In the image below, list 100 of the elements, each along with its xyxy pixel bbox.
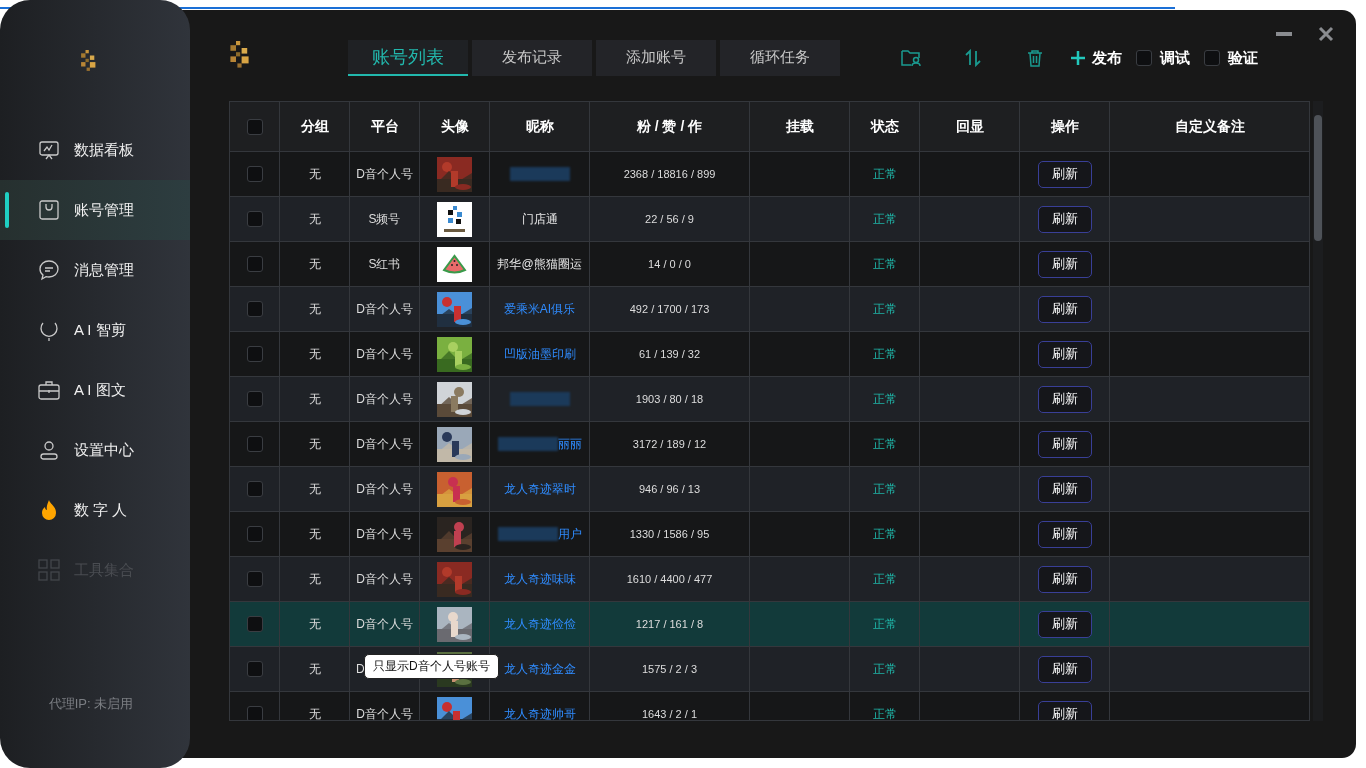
platform-text: D音个人号 [356,570,413,588]
nav-item[interactable]: 数 字 人 [0,480,190,540]
row-checkbox[interactable] [246,706,263,720]
refresh-button[interactable]: 刷新 [1037,520,1092,548]
refresh-button[interactable]: 刷新 [1037,565,1092,593]
nickname-link[interactable] [509,392,570,406]
row-checkbox[interactable] [246,436,263,452]
nickname-link[interactable]: 爱乘米AI俱乐 [503,300,576,318]
logo-icon [79,50,97,72]
table-row[interactable]: 无 S频号 门店通 22 / 56 / 9 正常 刷新 [230,197,1309,242]
table-row[interactable]: 无 S红书 邦华@熊猫圈运 14 / 0 / 0 正常 刷新 [230,242,1309,287]
nickname-link[interactable]: 龙人奇迹金金 [503,660,576,678]
row-checkbox[interactable] [246,571,263,587]
status-text: 正常 [872,210,897,228]
nickname-link[interactable] [509,167,570,181]
nav-item[interactable]: 消息管理 [0,240,190,300]
select-all-checkbox[interactable] [246,118,263,135]
nickname-link[interactable]: 凹版油墨印刷 [503,345,576,363]
refresh-button[interactable]: 刷新 [1037,160,1092,188]
publish-button[interactable]: 发布 [1070,48,1122,68]
platform-text: D音个人号 [356,705,413,720]
nav-item[interactable]: 账号管理 [0,180,190,240]
group-text: 无 [308,435,321,453]
checkbox[interactable] [1136,50,1152,66]
nickname-link[interactable]: 邦华@熊猫圈运 [497,255,582,273]
row-checkbox[interactable] [246,661,263,677]
sort-icon[interactable] [964,49,982,67]
grid-icon [38,559,60,581]
stats-text: 1643 / 2 / 1 [641,708,697,720]
refresh-button[interactable]: 刷新 [1037,205,1092,233]
row-checkbox[interactable] [246,211,263,227]
user-icon [38,439,60,461]
table-row[interactable]: 无 D音个人号 丽丽 3172 / 189 / 12 正常 刷新 [230,422,1309,467]
chart-board-icon [38,139,60,161]
row-checkbox[interactable] [246,256,263,272]
table-row[interactable]: 无 D音个人号 爱乘米AI俱乐 492 / 1700 / 173 正常 刷新 [230,287,1309,332]
table-row[interactable]: 无 D音个人号 用户 1330 / 1586 / 95 正常 刷新 [230,512,1309,557]
refresh-button[interactable]: 刷新 [1037,610,1092,638]
nickname-link[interactable]: 龙人奇迹翠时 [503,480,576,498]
trash-icon[interactable] [1026,49,1044,67]
row-checkbox[interactable] [246,391,263,407]
nickname-link[interactable]: 龙人奇迹俭俭 [503,615,576,633]
stats-text: 22 / 56 / 9 [645,213,694,225]
platform-text: D音个人号 [356,345,413,363]
refresh-button[interactable]: 刷新 [1037,295,1092,323]
group-text: 无 [308,300,321,318]
group-text: 无 [308,165,321,183]
minimize-icon[interactable] [1276,32,1292,36]
refresh-button[interactable]: 刷新 [1037,340,1092,368]
row-checkbox[interactable] [246,526,263,542]
folder-user-icon[interactable] [901,49,921,67]
row-checkbox[interactable] [246,481,263,497]
refresh-button[interactable]: 刷新 [1037,250,1092,278]
status-text: 正常 [872,165,897,183]
nickname-link[interactable]: 龙人奇迹味味 [503,570,576,588]
table-row[interactable]: 无 D音个人号 1903 / 80 / 18 正常 刷新 [230,377,1309,422]
column-header: 挂载 [750,102,850,151]
column-header: 粉 / 赞 / 作 [590,102,750,151]
refresh-button[interactable]: 刷新 [1037,655,1092,683]
nav-item[interactable]: 设置中心 [0,420,190,480]
scrollbar[interactable] [1313,101,1323,721]
status-text: 正常 [872,390,897,408]
row-checkbox[interactable] [246,346,263,362]
status-text: 正常 [872,435,897,453]
stats-text: 1330 / 1586 / 95 [629,528,710,540]
tab[interactable]: 循环任务 [720,40,840,76]
platform-text: S频号 [368,210,401,228]
platform-text: D音个人号 [356,615,413,633]
tab[interactable]: 账号列表 [348,40,468,76]
nickname-link[interactable]: 龙人奇迹帅哥 [503,705,576,720]
table-row[interactable]: 无 D音个人号 2368 / 18816 / 899 正常 刷新 [230,152,1309,197]
group-text: 无 [308,345,321,363]
nickname-link[interactable]: 门店通 [521,210,558,228]
table-row[interactable]: 无 D音个人号 凹版油墨印刷 61 / 139 / 32 正常 刷新 [230,332,1309,377]
column-header: 平台 [350,102,420,151]
tab[interactable]: 添加账号 [596,40,716,76]
table-row[interactable]: 无 D 只显示D音个人号账号 龙人奇迹金金 1575 / 2 / 3 正常 刷新 [230,647,1309,692]
platform-text: D音个人号 [356,480,413,498]
refresh-button[interactable]: 刷新 [1037,700,1092,720]
platform-text: D音个人号 [356,435,413,453]
group-text: 无 [308,255,321,273]
refresh-button[interactable]: 刷新 [1037,475,1092,503]
nav-item[interactable]: A I 图文 [0,360,190,420]
status-text: 正常 [872,480,897,498]
refresh-button[interactable]: 刷新 [1037,430,1092,458]
table-row[interactable]: 无 D音个人号 龙人奇迹俭俭 1217 / 161 / 8 正常 刷新 [230,602,1309,647]
row-checkbox[interactable] [246,301,263,317]
tab[interactable]: 发布记录 [472,40,592,76]
group-text: 无 [308,525,321,543]
close-icon[interactable] [1318,26,1334,42]
nav-item[interactable]: A I 智剪 [0,300,190,360]
checkbox[interactable] [1204,50,1220,66]
row-checkbox[interactable] [246,616,263,632]
table-row[interactable]: 无 D音个人号 龙人奇迹味味 1610 / 4400 / 477 正常 刷新 [230,557,1309,602]
table-row[interactable]: 无 D音个人号 龙人奇迹翠时 946 / 96 / 13 正常 刷新 [230,467,1309,512]
column-header: 自定义备注 [1110,102,1309,151]
nav-item[interactable]: 数据看板 [0,120,190,180]
row-checkbox[interactable] [246,166,263,182]
refresh-button[interactable]: 刷新 [1037,385,1092,413]
stats-text: 1610 / 4400 / 477 [626,573,713,585]
